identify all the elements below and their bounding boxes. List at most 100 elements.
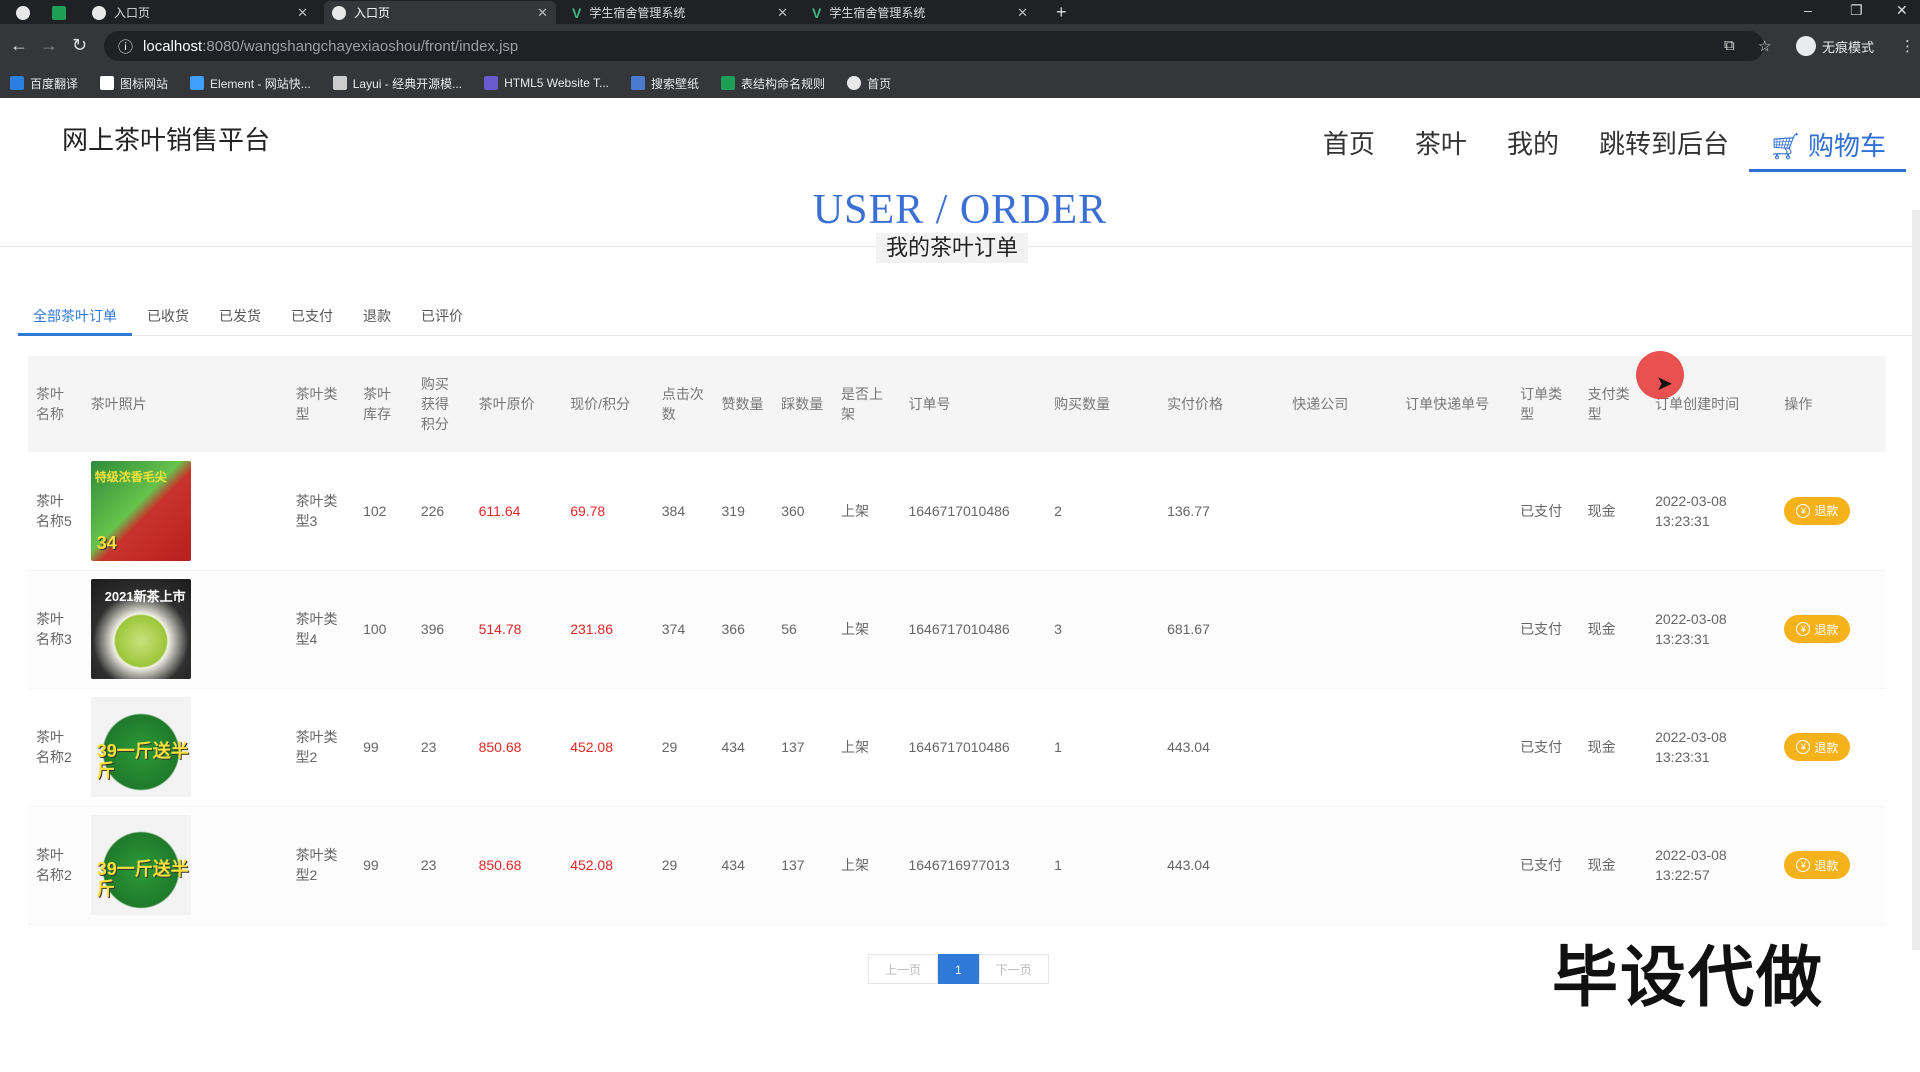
tea-photo-image[interactable]: 39一斤送半斤: [90, 815, 191, 915]
info-icon: ⓘ: [118, 38, 134, 56]
page-title: USER / ORDER: [812, 187, 1108, 233]
incognito-indicator[interactable]: 无痕模式: [1796, 36, 1874, 56]
nav-tea[interactable]: 茶叶: [1395, 122, 1487, 172]
back-icon[interactable]: ←: [10, 36, 28, 54]
close-icon[interactable]: ✕: [1017, 5, 1028, 21]
bookmark-item[interactable]: HTML5 Website T...: [484, 76, 609, 90]
bookmark-item[interactable]: Layui - 经典开源模...: [332, 75, 462, 92]
yen-icon: ¥: [1796, 622, 1811, 636]
cell-name: 茶叶名称5: [28, 452, 83, 571]
window-close-icon[interactable]: ✕: [1896, 2, 1908, 19]
cell-orig: 611.64: [470, 452, 563, 571]
next-page-button[interactable]: 下一页: [978, 954, 1049, 984]
yen-icon: ¥: [1796, 740, 1811, 754]
pinned-tab-1[interactable]: [8, 1, 38, 24]
cell-points: 23: [412, 806, 471, 925]
menu-kebab-icon[interactable]: ⋮: [1900, 37, 1915, 55]
tea-photo-image[interactable]: 特级浓香毛尖 34: [90, 460, 191, 561]
restore-icon[interactable]: ❐: [1850, 2, 1863, 19]
browser-tab[interactable]: V 学生宿舍管理系统 ✕: [564, 1, 796, 24]
bookmark-star-icon[interactable]: ☆: [1758, 37, 1771, 55]
close-icon[interactable]: ✕: [537, 5, 548, 21]
nav-cart[interactable]: 🛒︎ 购物车: [1748, 122, 1906, 172]
bookmark-item[interactable]: 百度翻译: [10, 75, 78, 92]
cell-pay-type: 现金: [1579, 688, 1648, 807]
refund-button[interactable]: ¥ 退款: [1784, 733, 1851, 761]
close-icon[interactable]: ✕: [297, 5, 308, 21]
new-tab-icon[interactable]: +: [1056, 2, 1067, 23]
pinned-tab-2[interactable]: [44, 1, 74, 24]
cell-type: 茶叶类型4: [287, 570, 356, 689]
cell-qty: 2: [1046, 452, 1160, 571]
refund-button[interactable]: ¥ 退款: [1784, 496, 1851, 525]
cell-onshelf: 上架: [832, 452, 901, 571]
globe-icon: [847, 76, 862, 90]
tab-shipped[interactable]: 已发货: [204, 298, 276, 336]
tab-paid[interactable]: 已支付: [276, 298, 348, 336]
browser-globe-icon: [16, 5, 30, 20]
bookmark-label: 图标网站: [120, 76, 169, 91]
cell-clicks: 384: [653, 452, 714, 571]
tea-photo-image[interactable]: 2021新茶上市: [90, 579, 191, 679]
table-header-row: 茶叶名称 茶叶照片 茶叶类型 茶叶库存 购买获得积分 茶叶原价 现价/积分 点击…: [28, 356, 1886, 452]
browser-tab-active[interactable]: 入口页 ✕: [324, 1, 556, 24]
browser-tab[interactable]: 入口页 ✕: [84, 1, 316, 24]
globe-icon: [92, 5, 106, 20]
reload-icon[interactable]: ↻: [72, 36, 87, 54]
nav-cart-label: 购物车: [1807, 130, 1886, 161]
cell-action: ¥ 退款: [1776, 570, 1886, 689]
cell-express: [1284, 688, 1398, 807]
tab-title: 入口页: [354, 6, 391, 20]
prev-page-button[interactable]: 上一页: [868, 954, 939, 984]
cart-icon: 🛒︎: [1768, 130, 1802, 161]
tab-title: 学生宿舍管理系统: [589, 6, 686, 20]
page-scrollbar[interactable]: [1912, 210, 1920, 950]
tab-refund[interactable]: 退款: [348, 298, 406, 336]
forward-icon[interactable]: →: [40, 36, 58, 54]
sheet-icon: [721, 76, 736, 90]
tab-reviewed[interactable]: 已评价: [406, 298, 478, 336]
tab-all-orders[interactable]: 全部茶叶订单: [18, 298, 132, 336]
nav-mine[interactable]: 我的: [1487, 122, 1579, 172]
translate-icon[interactable]: ⧉: [1724, 37, 1735, 54]
url-field[interactable]: ⓘ localhost:8080/wangshangchayexiaoshou/…: [104, 31, 1764, 61]
cell-stock: 99: [355, 688, 413, 807]
cell-express-no: [1397, 688, 1513, 807]
minimize-icon[interactable]: –: [1804, 2, 1812, 18]
tea-photo-image[interactable]: 39一斤送半斤: [90, 697, 191, 797]
col-header: 购买数量: [1046, 356, 1160, 452]
cell-express-no: [1397, 806, 1513, 925]
bookmark-item[interactable]: Element - 网站快...: [190, 75, 311, 92]
bookmark-item[interactable]: 表结构命名规则: [721, 75, 825, 92]
page-button-current[interactable]: 1: [938, 954, 979, 984]
cell-paid: 443.04: [1159, 688, 1285, 807]
refund-button[interactable]: ¥ 退款: [1784, 851, 1851, 879]
cell-qty: 3: [1046, 570, 1160, 689]
nav-home[interactable]: 首页: [1303, 122, 1395, 172]
nav-admin[interactable]: 跳转到后台: [1579, 122, 1749, 172]
refund-button[interactable]: ¥ 退款: [1784, 615, 1851, 643]
cell-express: [1284, 806, 1398, 925]
site-brand[interactable]: 网上茶叶销售平台: [62, 120, 270, 157]
col-header: 茶叶类型: [287, 356, 356, 452]
cell-action: ¥ 退款: [1776, 806, 1886, 925]
refund-label: 退款: [1814, 858, 1839, 873]
vue-logo-icon: V: [572, 4, 582, 21]
cell-order-type: 已支付: [1512, 570, 1580, 689]
cell-points: 226: [412, 452, 471, 571]
close-icon[interactable]: ✕: [777, 5, 788, 21]
bookmark-item[interactable]: 图标网站: [100, 75, 168, 92]
bookmark-item[interactable]: 首页: [847, 75, 891, 92]
cell-orig: 850.68: [470, 806, 563, 925]
tab-received[interactable]: 已收货: [132, 298, 204, 336]
bookmark-item[interactable]: 搜索壁纸: [631, 75, 699, 92]
bookmark-label: 百度翻译: [30, 76, 79, 91]
cell-pay-type: 现金: [1579, 806, 1648, 925]
cell-order-no: 1646717010486: [900, 452, 1047, 571]
bookmark-label: 搜索壁纸: [651, 76, 700, 91]
watermark-text: 毕设代做: [1552, 940, 1824, 1014]
orders-table: 茶叶名称 茶叶照片 茶叶类型 茶叶库存 购买获得积分 茶叶原价 现价/积分 点击…: [28, 356, 1886, 925]
browser-tab[interactable]: V 学生宿舍管理系统 ✕: [804, 1, 1036, 24]
bookmark-label: Element - 网站快...: [210, 76, 311, 91]
cell-dislikes: 137: [773, 688, 833, 807]
